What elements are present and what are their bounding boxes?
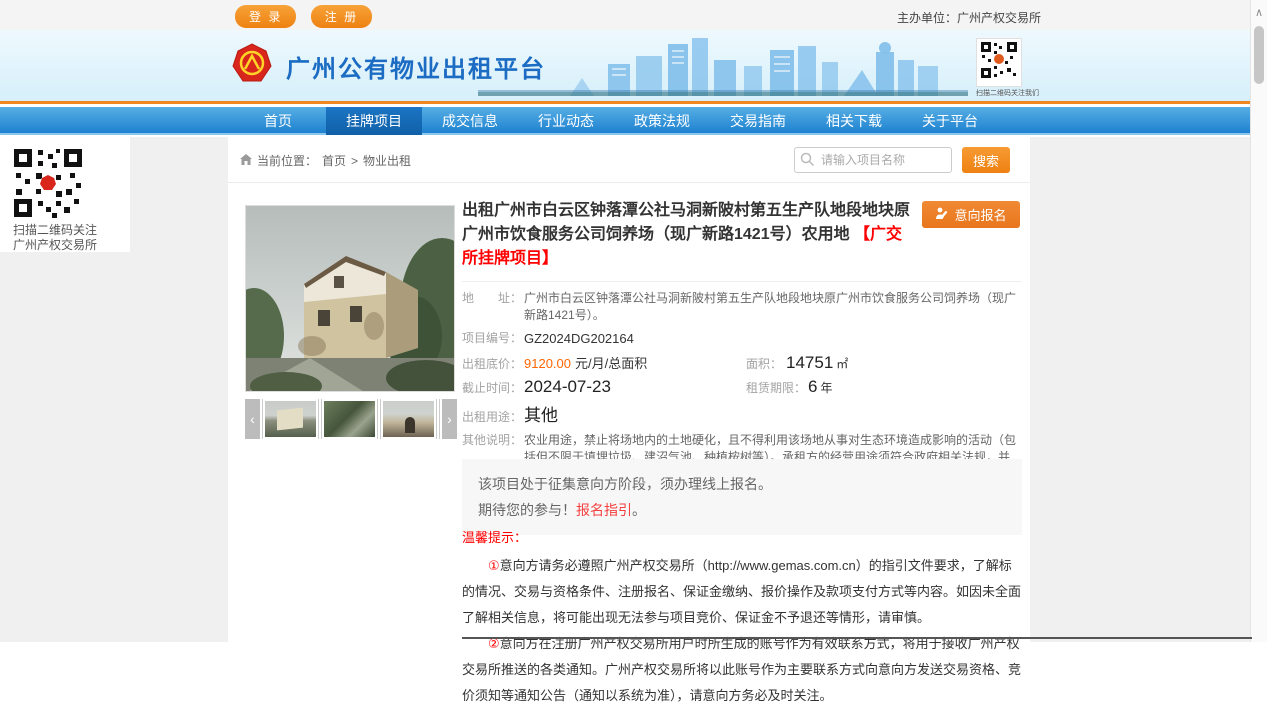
detail-row-project-no: 项目编号： GZ2024DG202164 <box>462 330 1022 347</box>
side-qr-code <box>12 147 84 219</box>
status-line2-prefix: 期待您的参与！ <box>478 502 576 518</box>
lease-unit: 年 <box>820 379 832 396</box>
address-label: 地 址： <box>462 290 524 324</box>
area-label: 面积： <box>746 355 786 372</box>
city-skyline-illustration <box>478 36 968 101</box>
thumbnail-3[interactable] <box>381 399 436 439</box>
price-label: 出租底价： <box>462 355 524 372</box>
project-no-label: 项目编号： <box>462 330 524 347</box>
breadcrumb-home-link[interactable]: 首页 <box>322 152 346 169</box>
nav-item-downloads[interactable]: 相关下载 <box>806 107 902 135</box>
apply-intent-button[interactable]: 意向报名 <box>922 201 1020 228</box>
area-value: 14751 <box>786 353 833 373</box>
status-box: 该项目处于征集意向方阶段，须办理线上报名。 期待您的参与！报名指引。 <box>462 459 1022 535</box>
status-line2-suffix: 。 <box>632 502 646 518</box>
nav-item-deal-info[interactable]: 成交信息 <box>422 107 518 135</box>
nav-item-policies[interactable]: 政策法规 <box>614 107 710 135</box>
divider <box>462 281 1022 282</box>
area-unit: ㎡ <box>836 355 848 372</box>
thumbnail-strip: ‹ › <box>245 397 457 441</box>
tips-paragraph-2: ②意向方在注册广州产权交易所用户时所生成的账号作为有效联系方式，将用于接收广州产… <box>462 631 1022 709</box>
side-qr-block: 扫描二维码关注 广州产权交易所 <box>0 137 130 252</box>
header-qr-caption: 扫描二维码关注我们 <box>976 88 1022 98</box>
breadcrumb: 当前位置： 首页 > 物业出租 <box>240 152 411 169</box>
tips-text-1: 意向方请务必遵照广州产权交易所（http://www.gemas.com.cn）… <box>462 558 1021 625</box>
apply-pen-icon <box>935 207 949 223</box>
nav-item-industry-news[interactable]: 行业动态 <box>518 107 614 135</box>
status-line1: 该项目处于征集意向方阶段，须办理线上报名。 <box>478 471 1006 497</box>
tips-marker-1: ① <box>488 558 500 573</box>
detail-row-price-area: 出租底价： 9120.00 元/月/总面积 面积： 14751 ㎡ <box>462 353 1022 373</box>
listing-title: 出租广州市白云区钟落潭公社马洞新陂村第五生产队地段地块原广州市饮食服务公司饲养场… <box>462 199 914 271</box>
thumbnail-1[interactable] <box>263 399 318 439</box>
deadline-value: 2024-07-23 <box>524 377 611 397</box>
breadcrumb-bar: 当前位置： 首页 > 物业出租 搜索 <box>228 137 1030 183</box>
detail-row-usage: 出租用途： 其他 <box>462 401 1022 426</box>
search-box: 搜索 <box>794 147 1010 173</box>
nav-item-listed-projects[interactable]: 挂牌项目 <box>326 107 422 135</box>
right-margin-panel <box>1030 137 1250 642</box>
nav-item-about[interactable]: 关于平台 <box>902 107 998 135</box>
breadcrumb-separator: > <box>351 154 358 168</box>
signup-guide-link[interactable]: 报名指引 <box>576 502 632 518</box>
listing-main-photo <box>245 205 455 392</box>
tips-text-2: 意向方在注册广州产权交易所用户时所生成的账号作为有效联系方式，将用于接收广州产权… <box>462 636 1021 703</box>
breadcrumb-prefix: 当前位置： <box>257 152 317 169</box>
usage-value: 其他 <box>524 401 558 426</box>
tips-section: 温馨提示： ①意向方请务必遵照广州产权交易所（http://www.gemas.… <box>462 525 1022 709</box>
content-panel: 当前位置： 首页 > 物业出租 搜索 <box>228 137 1030 642</box>
tips-title: 温馨提示： <box>462 525 1022 551</box>
apply-button-label: 意向报名 <box>954 205 1006 224</box>
project-no-value: GZ2024DG202164 <box>524 330 634 347</box>
lease-label: 租赁期限： <box>746 379 808 396</box>
nav-item-home[interactable]: 首页 <box>230 107 326 135</box>
organizer-text: 主办单位：广州产权交易所 <box>897 9 1041 26</box>
listing-title-main: 出租广州市白云区钟落潭公社马洞新陂村第五生产队地段地块原广州市饮食服务公司饲养场… <box>462 202 910 243</box>
site-logo-icon <box>230 42 274 91</box>
address-value: 广州市白云区钟落潭公社马洞新陂村第五生产队地段地块原广州市饮食服务公司饲养场（现… <box>524 290 1016 324</box>
home-icon <box>240 154 252 168</box>
header-qr-block: 扫描二维码关注我们 <box>976 38 1022 98</box>
site-header: 广州公有物业出租平台 <box>0 30 1250 104</box>
thumbnail-prev-arrow[interactable]: ‹ <box>245 399 260 439</box>
viewport-bottom-edge <box>462 637 1252 639</box>
side-qr-caption-line1: 扫描二维码关注 <box>0 223 110 238</box>
scrollbar[interactable]: ∧ <box>1250 0 1267 642</box>
thumbnail-2[interactable] <box>322 399 377 439</box>
scrollbar-thumb[interactable] <box>1254 26 1264 84</box>
side-qr-caption-line2: 广州产权交易所 <box>0 238 110 253</box>
thumbnails <box>260 399 442 439</box>
thumbnail-1-photo <box>277 408 303 431</box>
status-line2: 期待您的参与！报名指引。 <box>478 497 1006 523</box>
deadline-label: 截止时间： <box>462 379 524 396</box>
header-qr-code <box>976 38 1022 87</box>
search-icon <box>800 152 815 172</box>
usage-label: 出租用途： <box>462 408 524 425</box>
search-input[interactable] <box>794 147 952 173</box>
scrollbar-up-arrow[interactable]: ∧ <box>1251 0 1267 19</box>
search-button[interactable]: 搜索 <box>962 147 1010 173</box>
top-utility-bar: 登 录 注 册 主办单位：广州产权交易所 <box>0 0 1250 30</box>
price-value: 9120.00 <box>524 356 571 371</box>
detail-row-address: 地 址： 广州市白云区钟落潭公社马洞新陂村第五生产队地段地块原广州市饮食服务公司… <box>462 290 1022 324</box>
breadcrumb-current: 物业出租 <box>363 152 411 169</box>
nav-item-trade-guide[interactable]: 交易指南 <box>710 107 806 135</box>
thumbnail-next-arrow[interactable]: › <box>442 399 457 439</box>
register-button[interactable]: 注 册 <box>311 5 372 28</box>
price-unit: 元/月/总面积 <box>575 353 647 372</box>
detail-row-deadline-lease: 截止时间： 2024-07-23 租赁期限： 6 年 <box>462 377 1022 397</box>
thumbnail-3-photo <box>405 417 415 433</box>
main-nav: 首页 挂牌项目 成交信息 行业动态 政策法规 交易指南 相关下载 关于平台 <box>0 107 1250 135</box>
login-button[interactable]: 登 录 <box>235 5 296 28</box>
tips-paragraph-1: ①意向方请务必遵照广州产权交易所（http://www.gemas.com.cn… <box>462 553 1022 631</box>
lease-value: 6 <box>808 377 817 397</box>
